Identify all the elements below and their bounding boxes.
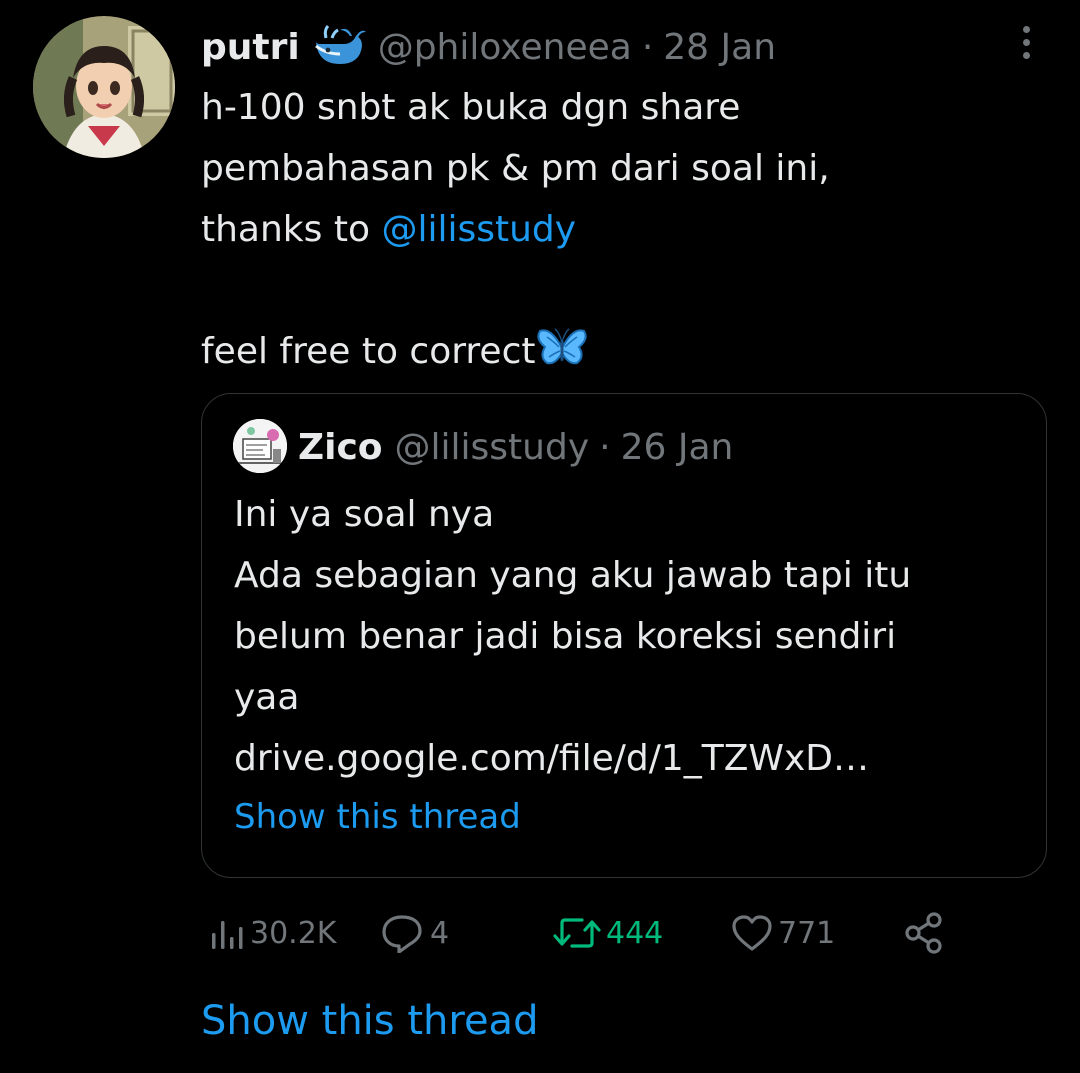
like-button[interactable]: 771	[730, 905, 835, 961]
tweet-text-line: pembahasan pk & pm dari soal ini,	[201, 148, 830, 189]
butterfly-emoji-icon	[537, 325, 588, 371]
share-button[interactable]	[904, 905, 946, 961]
reply-button[interactable]: 4	[380, 905, 449, 961]
quote-header: Zico @lilisstudy · 26 Jan	[298, 419, 733, 475]
reply-count: 4	[430, 915, 450, 951]
quoted-tweet-card[interactable]: Zico @lilisstudy · 26 Jan Ini ya soal ny…	[201, 393, 1047, 878]
tweet-header: putri @philoxeneea · 28 Jan	[201, 20, 776, 74]
tweet-actions-bar: 30.2K 4 444 771	[0, 905, 1080, 961]
analytics-icon	[208, 913, 246, 953]
quote-text: Ini ya soal nya Ada sebagian yang aku ja…	[234, 484, 1034, 789]
tweet-text-line: thanks to @lilisstudy	[201, 209, 577, 250]
quote-link[interactable]: drive.google.com/file/d/1_TZWxD…	[234, 728, 1034, 789]
heart-icon	[730, 913, 774, 953]
tweet-text-line: feel free to correct	[201, 321, 1041, 382]
tweet-text-line: h-100 snbt ak buka dgn share	[201, 87, 741, 128]
like-count: 771	[778, 915, 836, 951]
quote-show-thread-link[interactable]: Show this thread	[234, 797, 521, 837]
quote-header-separator: ·	[599, 426, 611, 468]
quote-author-display-name[interactable]: Zico	[298, 427, 383, 468]
retweet-count: 444	[606, 915, 664, 951]
whale-emoji-icon	[312, 24, 366, 70]
author-avatar[interactable]	[33, 16, 175, 158]
quote-author-handle[interactable]: @lilisstudy	[395, 427, 590, 468]
tweet-text: h-100 snbt ak buka dgn share pembahasan …	[201, 77, 1041, 382]
retweet-button[interactable]: 444	[552, 905, 663, 961]
tweet-date[interactable]: 28 Jan	[663, 27, 776, 68]
quote-text-line: belum benar jadi bisa koreksi sendiri	[234, 616, 897, 657]
author-display-name[interactable]: putri	[201, 27, 300, 68]
quote-author-avatar[interactable]	[233, 419, 287, 473]
quote-text-line: Ini ya soal nya	[234, 494, 495, 535]
views-button[interactable]: 30.2K	[208, 905, 336, 961]
views-count: 30.2K	[250, 915, 337, 951]
reply-icon	[380, 913, 426, 953]
author-handle[interactable]: @philoxeneea	[378, 27, 632, 68]
show-this-thread-link[interactable]: Show this thread	[201, 998, 538, 1044]
quote-text-line: Ada sebagian yang aku jawab tapi itu	[234, 555, 912, 596]
mention-link[interactable]: @lilisstudy	[381, 209, 576, 250]
share-icon	[904, 911, 946, 955]
retweet-icon	[552, 913, 602, 953]
quote-date[interactable]: 26 Jan	[621, 427, 734, 468]
header-separator: ·	[641, 26, 654, 68]
more-options-button[interactable]	[1008, 20, 1044, 64]
quote-text-line: yaa	[234, 677, 300, 718]
more-vertical-icon	[1022, 25, 1030, 33]
